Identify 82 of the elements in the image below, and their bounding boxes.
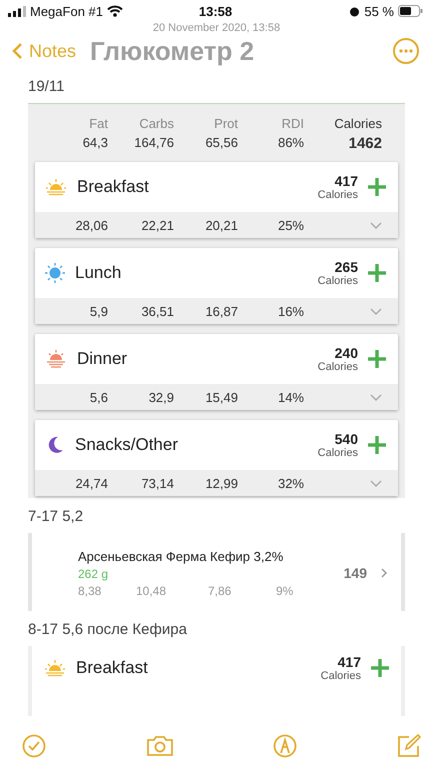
calories-label: Calories [318, 361, 358, 373]
wifi-icon [107, 5, 123, 17]
note-line: 8-17 5,6 после Кефира [28, 620, 188, 640]
expand-button[interactable] [370, 480, 382, 486]
meal-name: Dinner [77, 349, 128, 369]
total-value: 65,56 [204, 135, 238, 152]
meal-calories: 417 [338, 654, 361, 670]
battery-percent: 55 % [364, 4, 394, 18]
carrier-name: MegaFon #1 [30, 4, 103, 18]
nutrient-value: 8,38 [78, 584, 102, 598]
sunset-icon [45, 350, 67, 368]
add-button[interactable] [366, 434, 388, 456]
sunrise-icon [44, 659, 66, 677]
add-button[interactable] [366, 348, 388, 370]
camera-button[interactable] [146, 735, 174, 757]
note-date: 20 November 2020, 13:58 [152, 22, 282, 34]
note-title: Глюкометр 2 [90, 36, 256, 66]
nutrient-value: 14% [276, 390, 304, 404]
sunrise-icon [45, 178, 67, 196]
column-header: Prot [213, 116, 238, 131]
column-header: Fat [88, 116, 108, 131]
nutrient-value: 12,99 [204, 476, 238, 490]
ellipsis-icon [399, 49, 413, 53]
chevron-right-icon [381, 568, 387, 578]
expand-button[interactable] [370, 222, 382, 228]
nutrient-value: 20,21 [204, 218, 238, 232]
meal-name: Breakfast [76, 658, 149, 678]
nutrient-value: 16% [276, 304, 304, 318]
food-card[interactable]: Арсеньевская Ферма Кефир 3,2% 262 g 8,38 10,48 7,86 9% 149 [28, 533, 405, 611]
nutrient-value: 32% [276, 476, 304, 490]
meal-calories: 265 [334, 259, 358, 275]
calories-label: Calories [318, 447, 358, 459]
column-header: Carbs [138, 116, 174, 131]
meal-name: Lunch [75, 263, 122, 283]
nutrient-value: 5,6 [88, 390, 108, 404]
note-line: 7-17 5,2 [28, 507, 84, 527]
clock-time: 13:58 [198, 4, 232, 18]
food-calories: 149 [344, 565, 367, 581]
calories-label: Calories [320, 670, 361, 682]
meal-calories: 540 [334, 431, 358, 447]
nutrient-value: 32,9 [148, 390, 174, 404]
battery-icon [398, 5, 423, 17]
note-line: 19/11 [28, 77, 66, 97]
nutrient-value: 25% [276, 218, 304, 232]
add-button[interactable] [366, 262, 388, 284]
meal-name: Snacks/Other [75, 435, 179, 455]
nutrient-value: 15,49 [204, 390, 238, 404]
calories-label: Calories [318, 275, 358, 287]
column-header: Calories [333, 116, 382, 131]
total-value: 86% [276, 135, 304, 152]
food-amount: 262 g [78, 566, 110, 580]
sun-icon [45, 263, 65, 283]
nutrient-value: 73,14 [140, 476, 174, 490]
calories-label: Calories [318, 189, 358, 201]
nutrient-value: 16,87 [204, 304, 238, 318]
more-button[interactable] [393, 38, 419, 64]
nutrient-value: 36,51 [140, 304, 174, 318]
chevron-left-icon [12, 42, 23, 60]
nutrient-value: 7,86 [208, 584, 232, 598]
nutrient-value: 5,9 [88, 304, 108, 318]
nutrient-value: 10,48 [136, 584, 168, 598]
nutrient-value: 24,74 [74, 476, 108, 490]
markup-button[interactable] [273, 734, 298, 758]
expand-button[interactable] [370, 308, 382, 314]
nutrient-value: 22,21 [140, 218, 174, 232]
column-header: RDI [280, 116, 304, 131]
signal-icon [8, 6, 26, 16]
alarm-icon [349, 6, 360, 16]
add-button[interactable] [369, 657, 391, 679]
compose-button[interactable] [396, 734, 421, 758]
checklist-button[interactable] [22, 734, 46, 758]
food-name: Арсеньевская Ферма Кефир 3,2% [78, 548, 284, 564]
nutrient-value: 9% [276, 584, 294, 598]
total-value: 164,76 [133, 135, 174, 152]
add-button[interactable] [366, 176, 388, 198]
meal-calories: 240 [334, 345, 358, 361]
nutrient-value: 28,06 [74, 218, 108, 232]
total-value: 1462 [348, 135, 382, 152]
meal-calories: 417 [334, 173, 358, 189]
expand-button[interactable] [370, 394, 382, 400]
meal-name: Breakfast [77, 177, 150, 197]
total-value: 64,3 [82, 135, 108, 152]
